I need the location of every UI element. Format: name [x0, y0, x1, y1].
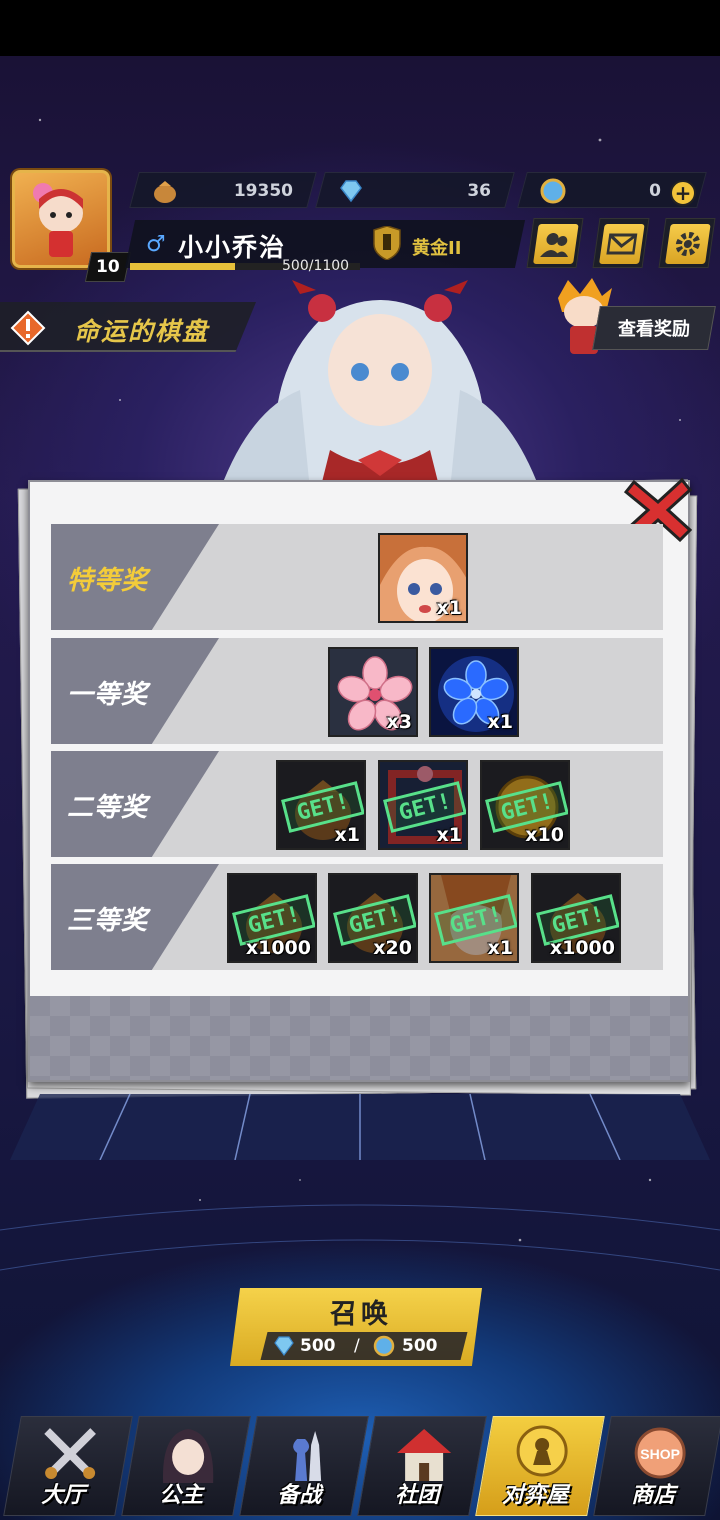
item-quantity: x1 — [487, 711, 513, 733]
nav-label: 对弈屋 — [502, 1483, 569, 1508]
chess-floor-grid — [10, 1093, 710, 1160]
golden-pawn-icon — [516, 1425, 568, 1477]
status-bar — [0, 0, 720, 56]
princess-icon — [162, 1429, 214, 1483]
prize-label-second: 二等奖 — [67, 793, 149, 823]
summon-cost-diamond: 500 — [300, 1336, 336, 1356]
nav-label: 商店 — [631, 1483, 676, 1508]
prize-row-grand: 特等奖 x1 — [51, 524, 663, 630]
shop-icon: SHOP — [634, 1427, 686, 1479]
diamond-icon — [340, 180, 362, 203]
coin-token-icon — [373, 1335, 395, 1357]
modal-footer — [30, 996, 688, 1080]
character-illustration — [220, 280, 540, 490]
reward-item-blue-flower[interactable]: x1 — [429, 647, 519, 737]
diamond-currency: 36 — [315, 172, 515, 208]
coin-token-icon — [540, 178, 566, 204]
friends-button[interactable] — [526, 218, 584, 268]
summon-title: 召唤 — [330, 1299, 392, 1330]
nav-label: 社团 — [395, 1483, 440, 1508]
prize-row-third: 三等奖 GET! x1000 GET! x20 GET! x1 GET! x10… — [51, 864, 663, 970]
rank-shield-icon — [373, 226, 401, 260]
gold-value: 19350 — [233, 181, 293, 201]
reward-item-pouch[interactable]: GET! x20 — [328, 873, 418, 963]
nav-chess-house[interactable]: 对弈屋 — [475, 1416, 605, 1516]
summon-cost-token: 500 — [402, 1336, 438, 1356]
nav-label: 大厅 — [41, 1483, 86, 1508]
bottom-navigation: 大厅 公主 备战 社团 对弈屋 SHOP 商店 — [0, 1410, 720, 1520]
mail-icon — [606, 233, 638, 255]
gold-currency: 19350 — [129, 172, 317, 208]
warning-icon — [10, 310, 46, 346]
item-quantity: x1 — [436, 597, 462, 619]
prize-label-third: 三等奖 — [67, 906, 149, 936]
reward-item-pouch[interactable]: GET! x1000 — [227, 873, 317, 963]
male-gender-icon: ♂ — [146, 232, 166, 257]
nav-label: 公主 — [159, 1483, 204, 1508]
view-reward-button[interactable]: 查看奖励 — [592, 306, 716, 350]
prize-label-first: 一等奖 — [67, 680, 149, 710]
nav-shop[interactable]: SHOP 商店 — [593, 1416, 720, 1516]
item-quantity: x1000 — [245, 937, 311, 959]
prize-label-grand: 特等奖 — [67, 566, 149, 596]
reward-item-sakura[interactable]: x3 — [328, 647, 418, 737]
reward-item-pouch[interactable]: GET! x1000 — [531, 873, 621, 963]
nav-guild[interactable]: 社团 — [357, 1416, 487, 1516]
xp-progress-fill — [130, 263, 235, 270]
chess-pieces-icon — [293, 1431, 322, 1481]
gear-icon — [675, 232, 700, 256]
prize-row-second: 二等奖 GET! x1 GET! x1 GET! x10 — [51, 751, 663, 857]
avatar-chibi-icon — [33, 183, 83, 257]
gold-pouch-icon — [154, 181, 176, 203]
guild-house-icon — [397, 1429, 452, 1481]
item-quantity: x1 — [487, 937, 513, 959]
level-number: 10 — [96, 257, 120, 277]
item-quantity: x10 — [525, 824, 564, 846]
item-quantity: x3 — [386, 711, 412, 733]
settings-button[interactable] — [658, 218, 716, 268]
diamond-value: 36 — [467, 181, 491, 201]
item-quantity: x1000 — [549, 937, 615, 959]
add-currency-button[interactable]: + — [670, 180, 696, 206]
nav-prepare[interactable]: 备战 — [239, 1416, 369, 1516]
player-name: 小小乔治 — [178, 233, 287, 262]
rank-label: 黄金II — [412, 238, 462, 259]
reward-item-coin[interactable]: GET! x10 — [480, 760, 570, 850]
friends-icon — [540, 233, 569, 257]
prize-row-first: 一等奖 x3 x1 — [51, 638, 663, 744]
item-quantity: x1 — [436, 824, 462, 846]
nav-lobby[interactable]: 大厅 — [3, 1416, 133, 1516]
crossed-swords-icon — [44, 1428, 96, 1479]
token-value: 0 — [649, 181, 661, 201]
mail-button[interactable] — [592, 218, 650, 268]
nav-label: 备战 — [277, 1483, 322, 1508]
diamond-icon — [274, 1336, 294, 1356]
event-title: 命运的棋盘 — [74, 317, 210, 346]
reward-item-portrait[interactable]: GET! x1 — [429, 873, 519, 963]
item-quantity: x1 — [334, 824, 360, 846]
reward-item-pouch[interactable]: GET! x1 — [276, 760, 366, 850]
reward-item-frame[interactable]: GET! x1 — [378, 760, 468, 850]
svg-text:SHOP: SHOP — [640, 1446, 680, 1462]
cost-separator: / — [354, 1336, 360, 1356]
xp-text: 500/1100 — [282, 258, 350, 274]
item-quantity: x20 — [373, 937, 412, 959]
nav-princess[interactable]: 公主 — [121, 1416, 251, 1516]
view-reward-label: 查看奖励 — [618, 319, 690, 340]
reward-item-portrait[interactable]: x1 — [378, 533, 468, 623]
